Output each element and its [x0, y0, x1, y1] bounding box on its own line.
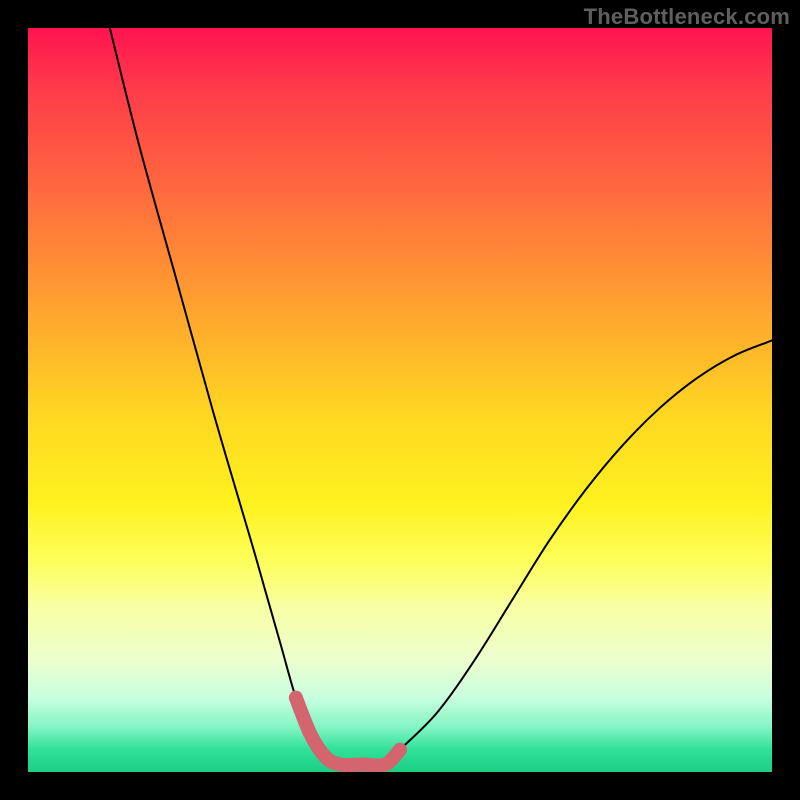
bottleneck-curve-line — [110, 28, 772, 766]
flat-bottom-highlight — [296, 698, 400, 766]
chart-area — [28, 28, 772, 772]
chart-svg — [28, 28, 772, 772]
watermark-text: TheBottleneck.com — [584, 4, 790, 30]
